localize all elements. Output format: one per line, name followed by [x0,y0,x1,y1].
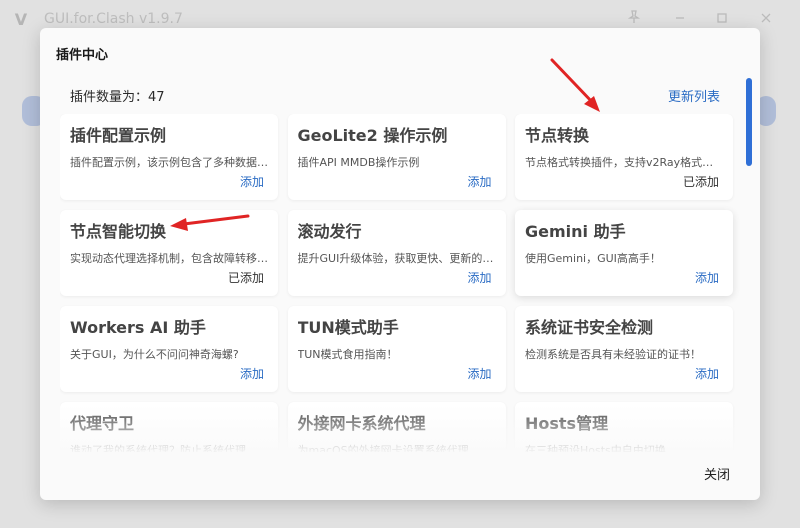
plugin-name: 节点智能切换 [70,222,167,241]
scrollbar[interactable] [746,76,752,448]
plugin-card[interactable]: Workers AI 助手关于GUI，为什么不问问神奇海螺? 添加 [60,306,278,392]
scrollbar-thumb[interactable] [746,78,752,166]
add-plugin-button[interactable]: 添加 [467,269,491,286]
plugin-card[interactable]: 插件配置示例插件配置示例，该示例包含了多种数据类型添加 [60,114,278,200]
add-plugin-button[interactable]: 添加 [467,365,491,382]
add-plugin-button[interactable]: 添加 [695,365,719,382]
plugin-card[interactable]: Hosts管理在三种预设Hosts中自由切换 [515,402,733,452]
plugin-description: 提升GUI升级体验，获取更快、更新的版本 [297,252,496,265]
plugin-description: 为macOS的外接网卡设置系统代理 [297,444,469,452]
add-plugin-button[interactable]: 添加 [695,269,719,286]
plugin-name: 代理守卫 [70,414,135,433]
plugin-name: 插件配置示例 [70,126,167,145]
plugin-card[interactable]: 滚动发行提升GUI升级体验，获取更快、更新的版本添加 [287,210,506,296]
plugin-center-dialog: 插件中心 插件数量为：47 更新列表 插件配置示例插件配置示例，该示例包含了多种… [40,28,760,500]
plugin-description: 在三种预设Hosts中自由切换 [525,444,666,452]
plugin-description: 插件API MMDB操作示例 [297,156,420,169]
plugin-card[interactable]: 节点转换节点格式转换插件，支持v2Ray格式转换已添加 [515,114,733,200]
plugin-card[interactable]: TUN模式助手 TUN模式食用指南！ 添加 [287,306,506,392]
plugin-description: 关于GUI，为什么不问问神奇海螺? [70,348,239,361]
plugin-name: TUN模式助手 [297,318,399,337]
plugin-count-label: 插件数量为：47 [70,90,165,105]
plugin-card[interactable]: Gemini 助手使用Gemini，GUI高高手！ 添加 [515,210,733,296]
plugin-name: 系统证书安全检测 [525,318,654,337]
refresh-list-button[interactable]: 更新列表 [668,86,720,105]
dialog-title: 插件中心 [56,48,109,63]
plugin-card[interactable]: 节点智能切换实现动态代理选择机制，包含故障转移功能已添加 [60,210,278,296]
plugin-name: Gemini 助手 [525,222,626,241]
plugin-name: 外接网卡系统代理 [297,414,426,433]
plugin-name: 节点转换 [525,126,590,145]
plugin-name: Hosts管理 [525,414,609,433]
plugin-card[interactable]: 系统证书安全检测检测系统是否具有未经验证的证书！ 添加 [515,306,733,392]
plugin-description: 节点格式转换插件，支持v2Ray格式转换 [525,156,723,169]
close-dialog-button[interactable]: 关闭 [690,464,744,488]
plugin-card[interactable]: GeoLite2 操作示例插件API MMDB操作示例添加 [287,114,506,200]
plugin-name: GeoLite2 操作示例 [297,126,448,145]
add-plugin-button[interactable]: 添加 [240,365,264,382]
plugin-name: 滚动发行 [297,222,362,241]
plugin-description: TUN模式食用指南！ [297,348,398,361]
plugin-description: 谁动了我的系统代理？防止系统代理 [70,444,246,452]
plugin-added-label: 已添加 [682,175,719,189]
plugin-grid: 插件配置示例 插件配置示例，该示例包含了多种数据类型 添加 GeoLite2 操作示例… [60,114,740,452]
add-plugin-button[interactable]: 添加 [467,173,491,190]
plugin-description: 实现动态代理选择机制，包含故障转移功能 [70,252,268,265]
plugin-name: Workers AI 助手 [70,318,206,337]
plugin-card[interactable]: 代理守卫谁动了我的系统代理？防止系统代理 [60,402,278,452]
plugin-description: 检测系统是否具有未经验证的证书！ [525,348,701,361]
add-plugin-button[interactable]: 添加 [240,173,264,190]
plugin-card[interactable]: 外接网卡系统代理为macOS的外接网卡设置系统代理 [287,402,506,452]
plugin-description: 使用Gemini，GUI高高手！ [525,252,661,265]
plugin-list: 插件配置示例 插件配置示例，该示例包含了多种数据类型 添加 GeoLite2 操作示例… [60,114,740,452]
plugin-description: 插件配置示例，该示例包含了多种数据类型 [70,156,268,169]
plugin-added-label: 已添加 [227,271,264,285]
